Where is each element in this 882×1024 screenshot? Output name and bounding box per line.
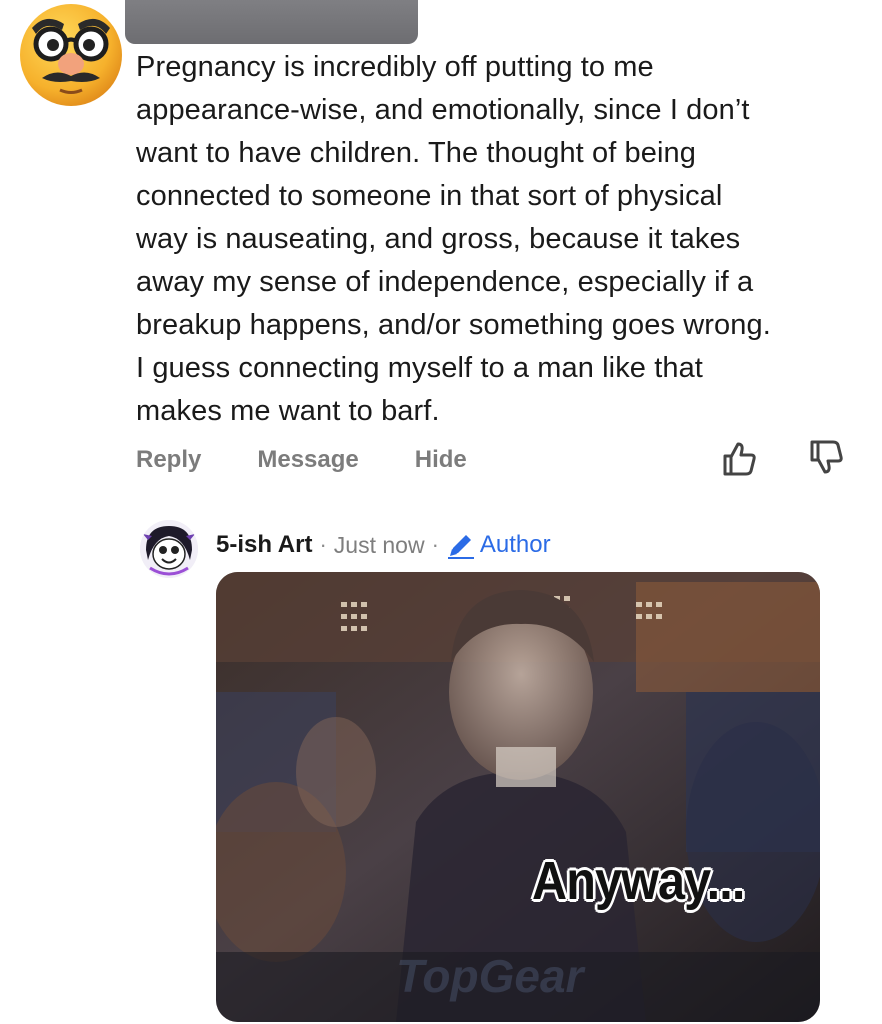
reply-avatar[interactable] [140,520,198,578]
cartoon-character-avatar-icon [140,520,198,578]
reply-author-name[interactable]: 5-ish Art [216,531,312,559]
gif-caption: Anyway... [532,851,745,911]
gif-scene-image: TopGear [216,572,820,1022]
pencil-icon [447,535,474,559]
redacted-username-bar [125,0,418,44]
reply-gif[interactable]: TopGear Anyway... [216,572,820,1022]
comment-actions: Reply Message Hide [136,438,856,482]
author-badge-label: Author [479,531,551,558]
meta-separator: · [319,532,327,557]
reply-header: 5-ish Art · Just now · Author [140,520,840,580]
reply-button[interactable]: Reply [136,446,201,474]
hide-button[interactable]: Hide [415,446,467,474]
message-button[interactable]: Message [257,446,358,474]
comment-text: Pregnancy is incredibly off putting to m… [136,51,771,427]
meta-separator: · [431,532,439,557]
reply-meta: 5-ish Art · Just now · Author [216,530,551,560]
watermark-logo: TopGear [396,950,586,1002]
thumbs-down-icon[interactable] [806,438,846,478]
author-badge: Author [446,530,551,560]
thumbs-up-icon[interactable] [719,438,759,478]
reply-timestamp: Just now [333,531,425,558]
disguise-face-emoji-avatar[interactable] [18,2,124,108]
